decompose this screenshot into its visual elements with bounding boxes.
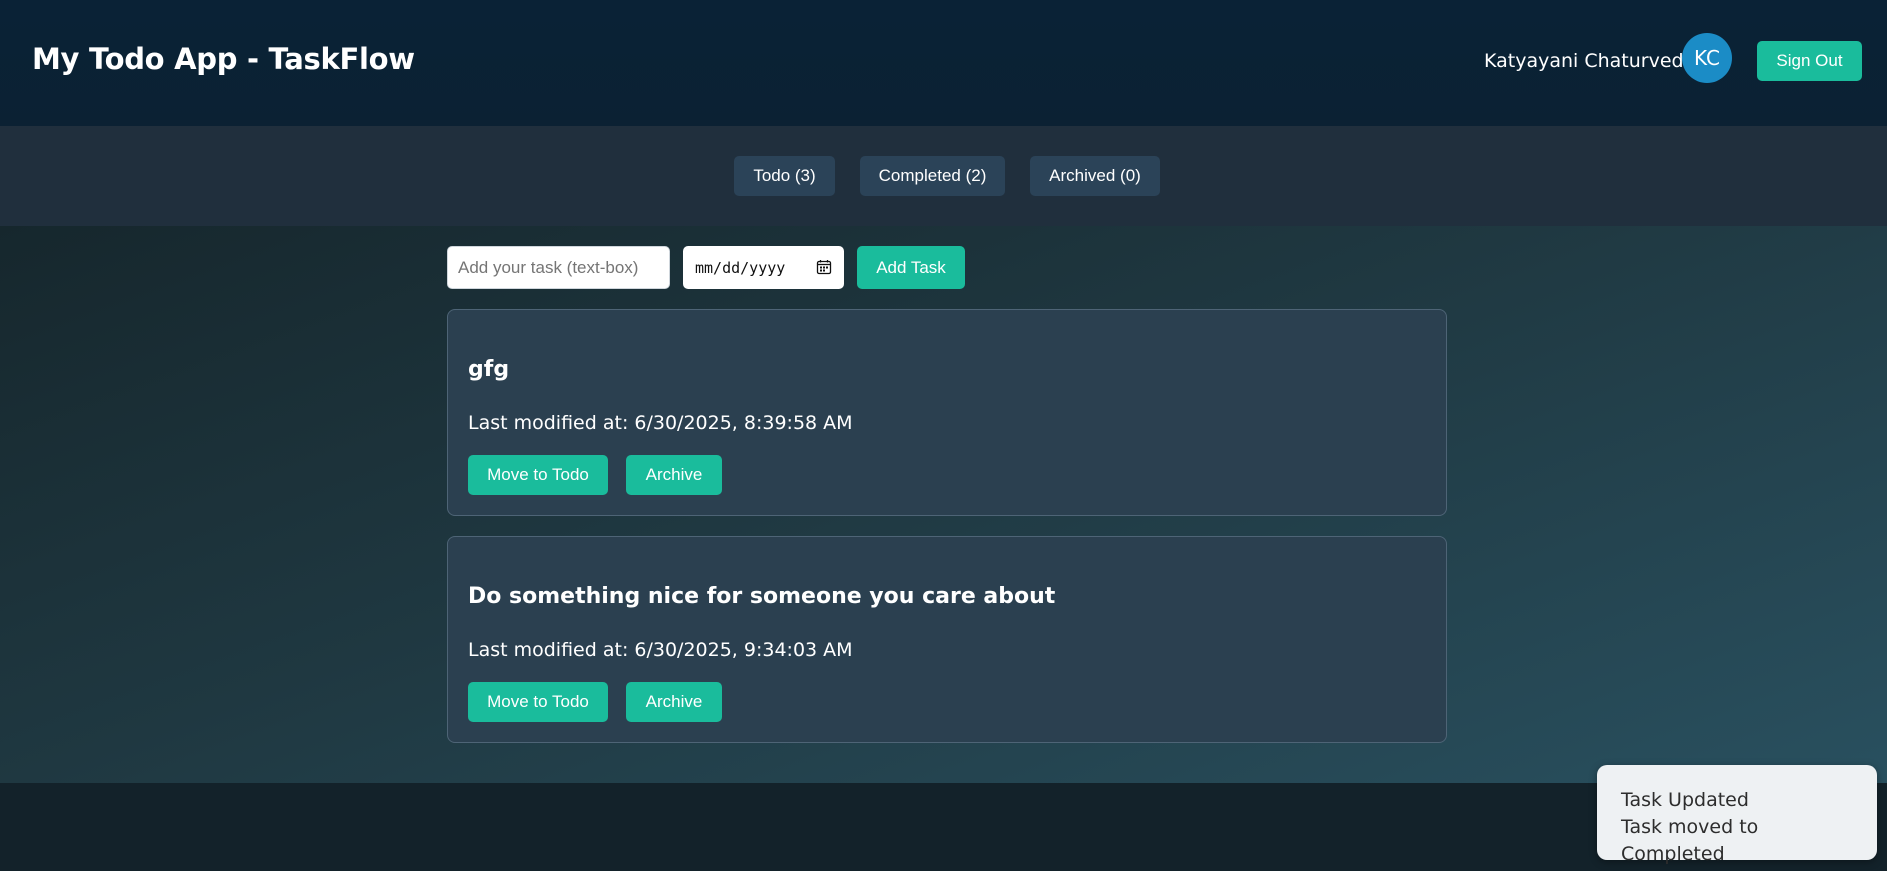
toast-title: Task Updated <box>1621 789 1749 811</box>
task-title: Do something nice for someone you care a… <box>468 584 1056 609</box>
user-name: Katyayani Chaturvedi <box>1484 50 1689 72</box>
move-to-todo-button[interactable]: Move to Todo <box>468 682 608 722</box>
add-task-button[interactable]: Add Task <box>857 246 965 289</box>
task-title: gfg <box>468 357 510 382</box>
app-title: My Todo App - TaskFlow <box>32 42 415 76</box>
task-card: gfg Last modified at: 6/30/2025, 8:39:58… <box>447 309 1447 516</box>
task-modified-time: Last modified at: 6/30/2025, 8:39:58 AM <box>468 412 853 434</box>
sign-out-button[interactable]: Sign Out <box>1757 41 1862 81</box>
toast-notification[interactable]: Task Updated Task moved to Completed <box>1597 765 1877 865</box>
date-placeholder: mm/dd/yyyy <box>695 258 786 277</box>
tab-archived[interactable]: Archived (0) <box>1030 156 1160 196</box>
move-to-todo-button[interactable]: Move to Todo <box>468 455 608 495</box>
tab-completed[interactable]: Completed (2) <box>860 156 1005 196</box>
task-card: Do something nice for someone you care a… <box>447 536 1447 743</box>
due-date-input[interactable]: mm/dd/yyyy <box>683 246 844 289</box>
task-input[interactable] <box>447 246 670 289</box>
tab-todo[interactable]: Todo (3) <box>734 156 835 196</box>
toast-message: Task moved to Completed <box>1621 816 1759 865</box>
app-header: My Todo App - TaskFlow Katyayani Chaturv… <box>0 0 1887 126</box>
archive-button[interactable]: Archive <box>626 455 722 495</box>
avatar[interactable]: KC <box>1682 33 1732 83</box>
calendar-icon[interactable] <box>816 259 832 275</box>
task-modified-time: Last modified at: 6/30/2025, 9:34:03 AM <box>468 639 853 661</box>
archive-button[interactable]: Archive <box>626 682 722 722</box>
